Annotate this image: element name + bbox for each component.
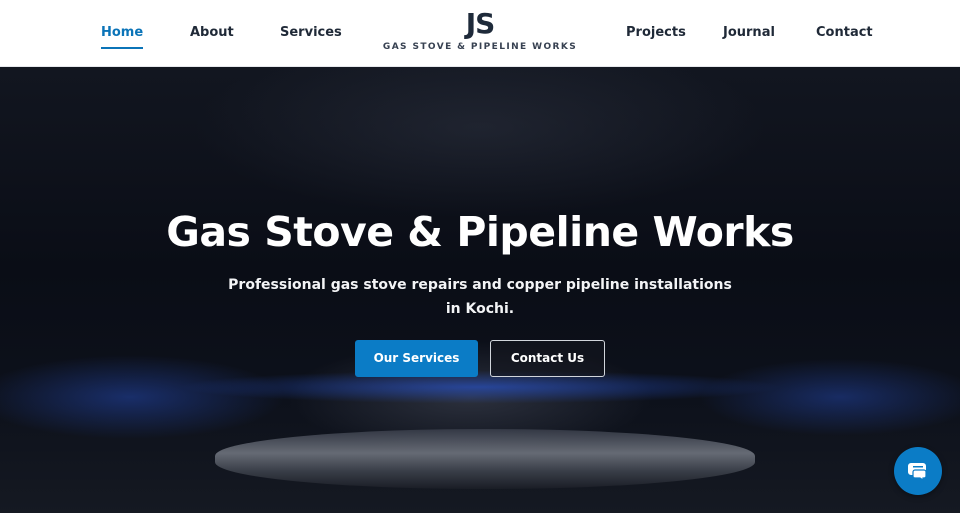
logo-mark: JS <box>465 7 496 40</box>
chat-widget-button[interactable] <box>894 447 942 495</box>
site-header: Home About Services JS GAS STOVE & PIPEL… <box>0 0 960 67</box>
hero-title: Gas Stove & Pipeline Works <box>166 208 794 256</box>
nav-about[interactable]: About <box>190 24 234 42</box>
nav-projects[interactable]: Projects <box>626 24 686 42</box>
hero-section: Gas Stove & Pipeline Works Professional … <box>0 67 960 513</box>
chat-icon <box>908 463 927 482</box>
nav-home-label: Home <box>101 25 144 40</box>
nav-services[interactable]: Services <box>280 24 342 42</box>
hero-subtitle: Professional gas stove repairs and coppe… <box>228 277 732 317</box>
nav-contact[interactable]: Contact <box>816 24 873 42</box>
our-services-button[interactable]: Our Services <box>355 340 478 377</box>
contact-us-button[interactable]: Contact Us <box>490 340 605 377</box>
logo-tagline: GAS STOVE & PIPELINE WORKS <box>382 42 578 52</box>
nav-journal[interactable]: Journal <box>723 24 775 42</box>
site-logo[interactable]: JS GAS STOVE & PIPELINE WORKS <box>380 8 580 53</box>
hero-content: Gas Stove & Pipeline Works Professional … <box>0 67 960 513</box>
nav-active-indicator <box>101 47 144 49</box>
nav-home[interactable]: Home <box>101 24 144 49</box>
